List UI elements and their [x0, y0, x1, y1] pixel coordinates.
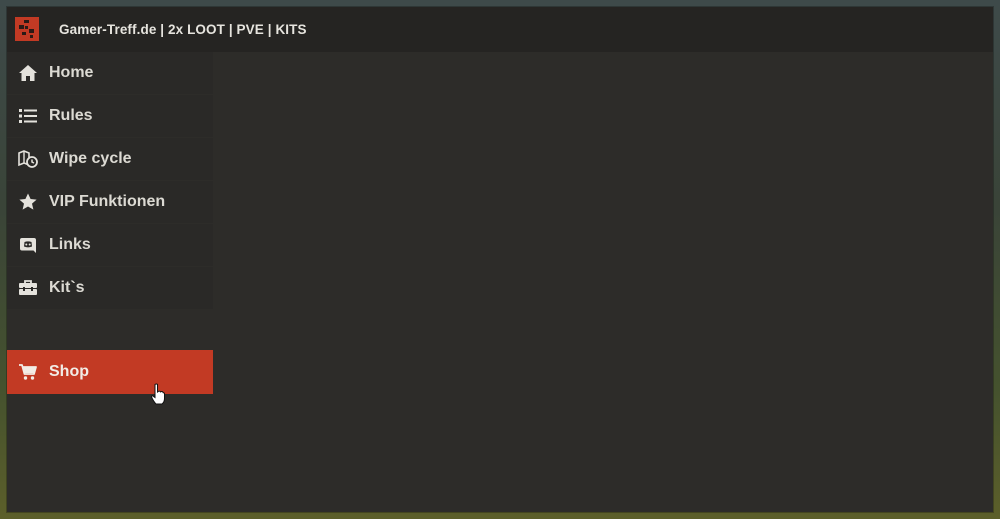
sidebar-item-label: Home: [49, 64, 94, 81]
discord-icon: [20, 238, 36, 253]
sidebar-item-label: Wipe cycle: [49, 150, 132, 167]
title-bar: Gamer-Treff.de | 2x LOOT | PVE | KITS: [7, 7, 993, 52]
sidebar-item-home[interactable]: Home: [7, 52, 213, 94]
home-icon: [19, 65, 37, 81]
hand-pointer-cursor-icon: [151, 383, 165, 405]
rust-logo-icon: [15, 17, 39, 41]
map-clock-icon: [18, 150, 38, 168]
list-icon: [19, 109, 37, 123]
window-title: Gamer-Treff.de | 2x LOOT | PVE | KITS: [59, 22, 307, 37]
sidebar-item-label: Kit`s: [49, 279, 85, 296]
server-menu-window: Gamer-Treff.de | 2x LOOT | PVE | KITS Ho…: [7, 7, 993, 512]
sidebar-item-wipe-cycle[interactable]: Wipe cycle: [7, 138, 213, 180]
sidebar-item-links[interactable]: Links: [7, 224, 213, 266]
sidebar-item-vip-funktionen[interactable]: VIP Funktionen: [7, 181, 213, 223]
sidebar-item-label: Links: [49, 236, 91, 253]
sidebar-item-label: Rules: [49, 107, 93, 124]
cart-icon: [19, 364, 37, 380]
star-icon: [19, 193, 37, 210]
sidebar-item-rules[interactable]: Rules: [7, 95, 213, 137]
sidebar-item-kits[interactable]: Kit`s: [7, 267, 213, 309]
sidebar-item-shop[interactable]: Shop: [7, 350, 213, 394]
sidebar-item-label: VIP Funktionen: [49, 193, 166, 210]
toolbox-icon: [19, 280, 37, 295]
sidebar-item-label: Shop: [49, 363, 89, 380]
main-content-area: [213, 52, 993, 512]
